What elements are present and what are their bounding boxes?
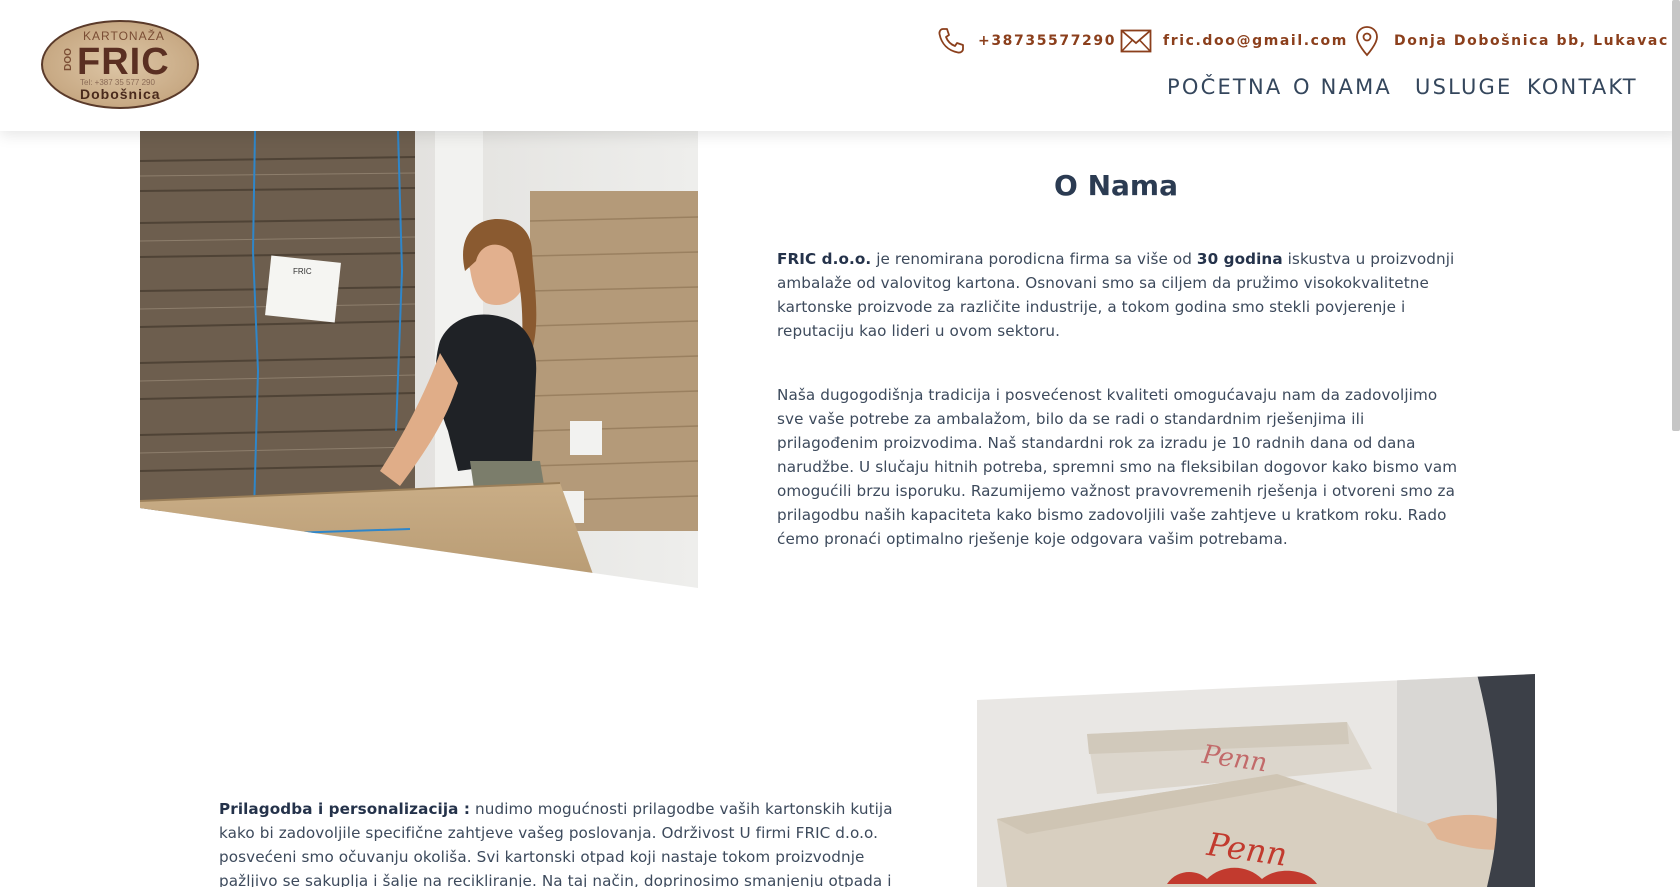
contact-address[interactable]: Donja Dobošnica bb, Lukavac [1350,26,1669,57]
page-scrollbar[interactable] [1672,0,1680,431]
nav-item-usluge[interactable]: USLUGE [1415,75,1512,99]
nav-item-pocetna[interactable]: POČETNA [1167,75,1282,99]
years-highlight: 30 godina [1196,250,1283,268]
customization-photo-box: Penn Penn [977,674,1535,887]
customization-paragraph: Prilagodba i personalizacija : nudimo mo… [219,797,905,887]
logo-bottom-text: Dobošnica [80,86,161,102]
photo-label-text: FRIC [293,267,312,276]
contact-address-text: Donja Dobošnica bb, Lukavac [1394,33,1669,49]
site-header: KARTONAŽA DOO FRIC Tel: +387 35 577 290 … [0,0,1680,131]
contact-phone-text: +38735577290 [978,33,1117,49]
contact-email[interactable]: fric.doo@gmail.com [1119,26,1348,56]
about-photo-worker: FRIC [140,131,698,588]
company-name: FRIC d.o.o. [777,250,872,268]
map-pin-icon [1350,26,1384,57]
nav-item-o-nama[interactable]: O NAMA [1293,75,1392,99]
customization-lead: Prilagodba i personalizacija : [219,800,471,818]
envelope-icon [1119,26,1153,56]
contact-email-text: fric.doo@gmail.com [1163,33,1348,49]
phone-icon [934,26,968,56]
contact-phone[interactable]: +38735577290 [934,26,1116,56]
about-p1-text-1: je renomirana porodicna firma sa više od [871,250,1197,268]
about-paragraph-2: Naša dugogodišnja tradicija i posvećenos… [777,386,1458,548]
logo-side-text: DOO [62,48,74,71]
company-logo[interactable]: KARTONAŽA DOO FRIC Tel: +387 35 577 290 … [41,20,199,109]
about-paragraph-1: FRIC d.o.o. je renomirana porodicna firm… [777,247,1459,343]
about-title: O Nama [1054,169,1178,202]
nav-item-kontakt[interactable]: KONTAKT [1527,75,1638,99]
